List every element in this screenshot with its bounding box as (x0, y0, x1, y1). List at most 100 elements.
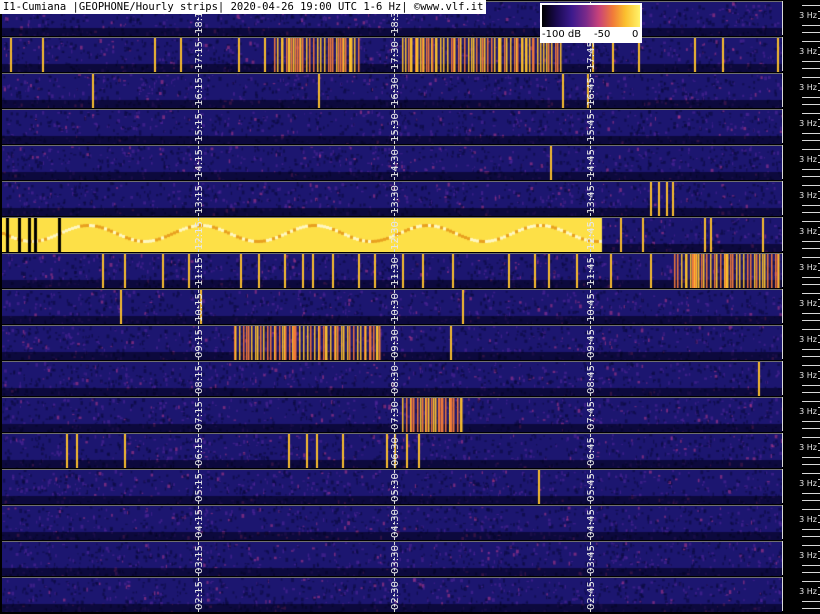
axis-tick (802, 212, 820, 213)
time-label: 04:15 (194, 509, 205, 538)
legend-mid-label: -50 (594, 29, 611, 40)
time-label: 13:15 (194, 185, 205, 214)
axis-tick (802, 392, 820, 393)
frequency-axis: 3 Hz (782, 361, 820, 395)
axis-tick (802, 41, 820, 42)
time-label: 13:45 (586, 185, 597, 214)
axis-tick (802, 176, 820, 177)
axis-label: 3 Hz (798, 587, 818, 596)
axis-tick (802, 133, 820, 134)
axis-tick (802, 572, 820, 573)
color-scale-bar (542, 5, 640, 27)
time-label: 10:30 (390, 293, 401, 322)
axis-tick (802, 608, 820, 609)
frequency-axis: 3 Hz (782, 145, 820, 179)
time-label: 07:30 (390, 401, 401, 430)
frequency-axis: 3 Hz (782, 1, 820, 35)
time-label: 11:15 (194, 257, 205, 286)
time-label: 12:15 (194, 221, 205, 250)
axis-line (782, 469, 783, 503)
time-label: 05:30 (390, 473, 401, 502)
time-label: 14:30 (390, 149, 401, 178)
time-label: 06:45 (586, 437, 597, 466)
axis-tick (802, 68, 820, 69)
frequency-axis: 3 Hz (782, 37, 820, 71)
time-label: 16:45 (586, 77, 597, 106)
axis-label: 3 Hz (798, 227, 818, 236)
axis-label: 3 Hz (798, 11, 818, 20)
axis-tick (802, 349, 820, 350)
time-label: 02:15 (194, 581, 205, 610)
axis-line (782, 37, 783, 71)
axis-tick (802, 5, 820, 6)
axis-line (782, 361, 783, 395)
frequency-axis: 3 Hz (782, 433, 820, 467)
axis-label: 3 Hz (798, 119, 818, 128)
axis-tick (802, 221, 820, 222)
axis-tick (802, 385, 820, 386)
axis-line (782, 325, 783, 359)
axis-tick (802, 428, 820, 429)
axis-tick (802, 581, 820, 582)
strip-row: 11:15 11:30 11:45 (2, 253, 782, 288)
axis-tick (802, 293, 820, 294)
strip-row: 15:15 15:30 15:45 (2, 109, 782, 144)
axis-line (782, 289, 783, 323)
axis-tick (802, 241, 820, 242)
frequency-axis: 3 Hz (782, 577, 820, 611)
time-label: 15:15 (194, 113, 205, 142)
axis-tick (802, 464, 820, 465)
axis-tick (802, 113, 820, 114)
axis-tick (802, 545, 820, 546)
time-label: 09:15 (194, 329, 205, 358)
frequency-axis: 3 Hz (782, 505, 820, 539)
time-label: 07:45 (586, 401, 597, 430)
strip-row: 06:15 06:30 06:45 (2, 433, 782, 468)
time-label: 09:30 (390, 329, 401, 358)
strip-row: 12:15 12:30 12:45 (2, 217, 782, 252)
axis-tick (802, 277, 820, 278)
axis-tick (802, 61, 820, 62)
axis-tick (802, 104, 820, 105)
axis-tick (802, 473, 820, 474)
axis-line (782, 145, 783, 179)
frequency-axis: 3 Hz (782, 325, 820, 359)
axis-label: 3 Hz (798, 155, 818, 164)
axis-tick (802, 565, 820, 566)
axis-tick (802, 320, 820, 321)
axis-tick (802, 401, 820, 402)
axis-tick (802, 601, 820, 602)
axis-tick (802, 356, 820, 357)
time-label: 11:45 (586, 257, 597, 286)
time-label: 02:45 (586, 581, 597, 610)
axis-line (782, 505, 783, 539)
spectrogram-page: 18:1518:3018:4517:1517:3017:4516:1516:30… (0, 0, 820, 614)
time-label: 17:15 (194, 41, 205, 70)
time-label: 08:15 (194, 365, 205, 394)
time-label: 02:30 (390, 581, 401, 610)
axis-tick (802, 257, 820, 258)
axis-tick (802, 248, 820, 249)
time-label: 08:45 (586, 365, 597, 394)
time-label: 14:15 (194, 149, 205, 178)
time-label: 11:30 (390, 257, 401, 286)
time-label: 12:30 (390, 221, 401, 250)
axis-label: 3 Hz (798, 83, 818, 92)
axis-label: 3 Hz (798, 191, 818, 200)
axis-line (782, 541, 783, 575)
axis-line (782, 73, 783, 107)
axis-tick (802, 329, 820, 330)
time-label: 04:45 (586, 509, 597, 538)
axis-label: 3 Hz (798, 515, 818, 524)
time-label: 03:15 (194, 545, 205, 574)
axis-tick (802, 457, 820, 458)
time-label: 13:30 (390, 185, 401, 214)
axis-tick (802, 25, 820, 26)
axis-tick (802, 421, 820, 422)
strip-row: 02:15 02:30 02:45 (2, 577, 782, 612)
axis-line (782, 577, 783, 611)
frequency-axis: 3 Hz (782, 253, 820, 287)
frequency-axis: 3 Hz (782, 397, 820, 431)
axis-tick (802, 149, 820, 150)
axis-tick (802, 313, 820, 314)
